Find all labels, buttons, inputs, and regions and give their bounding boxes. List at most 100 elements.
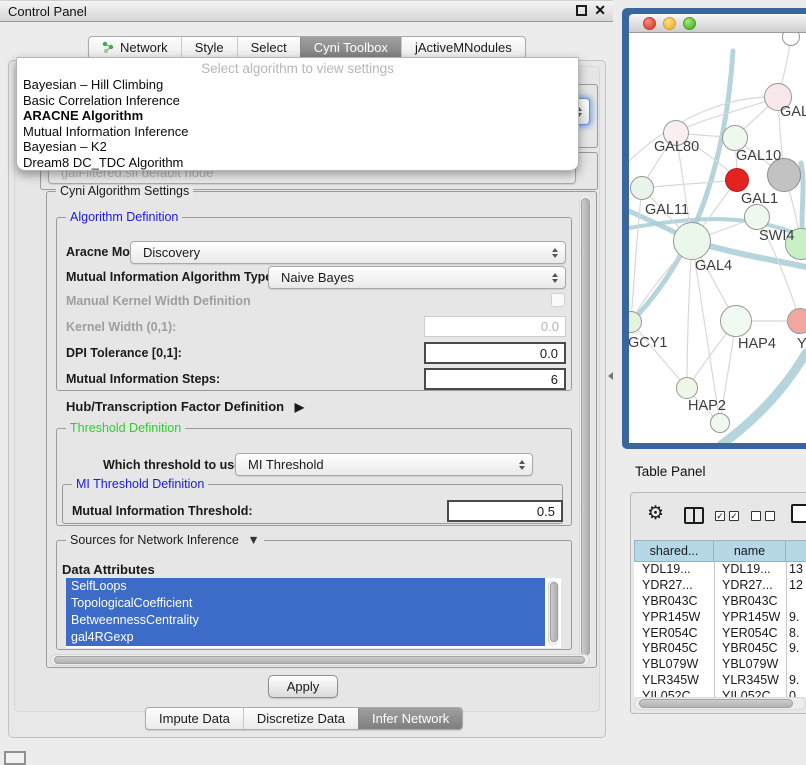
deselect-all-icon[interactable] <box>751 511 775 521</box>
expand-right-icon[interactable]: ▶ <box>295 400 304 414</box>
dpi-tolerance-label: DPI Tolerance [0,1]: <box>66 346 182 360</box>
dropdown-item[interactable]: Mutual Information Inference <box>21 124 574 140</box>
kernel-width-field[interactable]: 0.0 <box>424 316 566 337</box>
control-panel-title: Control Panel <box>8 4 87 19</box>
splitter-collapse-icon[interactable] <box>608 372 613 380</box>
column-header-cut[interactable] <box>786 540 806 562</box>
network-node[interactable] <box>710 413 730 433</box>
table-header: shared... name <box>634 540 806 562</box>
settings-vertical-scrollbar[interactable] <box>579 196 591 662</box>
dropdown-prompt: Select algorithm to view settings <box>17 61 578 76</box>
tab-jactivemnodules[interactable]: jActiveMNodules <box>401 37 525 58</box>
tab-style[interactable]: Style <box>181 37 237 58</box>
table-row[interactable]: YBR045CYBR045C9. <box>634 641 806 657</box>
table-panel-title: Table Panel <box>635 464 706 479</box>
settings-horizontal-scrollbar[interactable] <box>50 654 590 666</box>
tab-select[interactable]: Select <box>237 37 300 58</box>
attribute-item-selected[interactable]: SelfLoops <box>66 578 545 595</box>
node-label: GAL4 <box>695 258 732 274</box>
network-canvas[interactable]: GAL GAL80 GAL10 GAL1 GAL11 SWI4 GAL4 GCY… <box>629 33 806 443</box>
which-threshold-combobox[interactable]: MI Threshold <box>235 453 533 476</box>
table-row[interactable]: YDR27...YDR27...12 <box>634 578 806 594</box>
node-label: GAL10 <box>736 148 781 164</box>
dropdown-item-selected[interactable]: ARACNE Algorithm <box>21 108 574 124</box>
minimize-window-icon[interactable] <box>663 17 676 30</box>
node-label: GAL1 <box>741 191 778 207</box>
node-label: SWI4 <box>759 228 794 244</box>
kernel-width-label: Kernel Width (0,1): <box>66 320 176 334</box>
mi-type-combobox[interactable]: Naive Bayes <box>268 266 566 289</box>
float-panel-icon[interactable] <box>576 5 587 16</box>
network-node-gal4[interactable] <box>673 222 711 260</box>
network-window-titlebar[interactable] <box>629 14 806 33</box>
sources-title[interactable]: Sources for Network Inference ▼ <box>66 534 264 547</box>
tab-discretize-data[interactable]: Discretize Data <box>243 708 358 729</box>
threshold-definition-title: Threshold Definition <box>66 422 185 435</box>
maximize-window-icon[interactable] <box>683 17 696 30</box>
node-label: GAL <box>780 104 806 120</box>
table-row[interactable]: YBR043CYBR043C <box>634 594 806 610</box>
algorithm-dropdown-popup: Select algorithm to view settings Bayesi… <box>16 57 579 171</box>
tab-impute-data[interactable]: Impute Data <box>146 708 243 729</box>
mi-steps-label: Mutual Information Steps: <box>66 372 220 386</box>
network-node-gal11[interactable] <box>630 176 654 200</box>
mi-threshold-label: Mutual Information Threshold: <box>72 504 253 518</box>
table-body: YDL19...YDL19...13 YDR27...YDR27...12 YB… <box>634 562 806 697</box>
attribute-list-scrollbar[interactable] <box>548 580 559 646</box>
close-window-icon[interactable] <box>643 17 656 30</box>
aracne-mode-combobox[interactable]: Discovery <box>130 241 566 264</box>
tab-network[interactable]: Network <box>89 37 181 58</box>
mi-threshold-title: MI Threshold Definition <box>72 478 208 491</box>
attribute-item-selected[interactable]: TopologicalCoefficient <box>66 595 545 612</box>
table-row[interactable]: YBL079WYBL079W <box>634 657 806 673</box>
dropdown-item[interactable]: Dream8 DC_TDC Algorithm <box>21 155 574 171</box>
table-row[interactable]: YPR145WYPR145W9. <box>634 610 806 626</box>
node-label: Y <box>797 336 806 352</box>
dropdown-item[interactable]: Bayesian – K2 <box>21 139 574 155</box>
table-row[interactable]: YIL052CYIL052C0. <box>634 689 806 697</box>
data-attributes-list: SelfLoops TopologicalCoefficient Between… <box>66 578 561 648</box>
network-node-salmon[interactable] <box>787 308 806 334</box>
hub-definition-label[interactable]: Hub/Transcription Factor Definition ▶ <box>66 399 304 414</box>
dropdown-item[interactable]: Bayesian – Hill Climbing <box>21 77 574 93</box>
control-panel-tabs: Network Style Select Cyni Toolbox jActiv… <box>88 36 526 59</box>
node-label: HAP4 <box>738 336 776 352</box>
document-icon[interactable] <box>791 504 806 523</box>
table-row[interactable]: YER054CYER054C8. <box>634 626 806 642</box>
network-node-swi4[interactable] <box>744 204 770 230</box>
mi-threshold-field[interactable]: 0.5 <box>447 500 563 522</box>
cyni-algorithm-settings-title: Cyni Algorithm Settings <box>56 185 193 198</box>
network-node-hap2[interactable] <box>676 377 698 399</box>
dropdown-item[interactable]: Basic Correlation Inference <box>21 93 574 109</box>
minimized-panel-button[interactable] <box>4 751 26 765</box>
dpi-tolerance-field[interactable]: 0.0 <box>424 342 566 364</box>
table-row[interactable]: YLR345WYLR345W9. <box>634 673 806 689</box>
manual-kernel-checkbox[interactable] <box>551 293 565 307</box>
attribute-item-selected[interactable]: gal4RGexp <box>66 629 545 646</box>
tab-cyni-toolbox[interactable]: Cyni Toolbox <box>300 37 401 58</box>
close-panel-icon[interactable]: ✕ <box>594 2 606 19</box>
network-node-gal1-red[interactable] <box>725 168 749 192</box>
node-label: GAL80 <box>654 139 699 155</box>
apply-button[interactable]: Apply <box>268 675 338 698</box>
columns-icon[interactable] <box>684 507 704 524</box>
mi-type-label: Mutual Information Algorithm Type: <box>66 270 276 284</box>
attribute-item-selected[interactable]: BetweennessCentrality <box>66 612 545 629</box>
manual-kernel-label: Manual Kernel Width Definition <box>66 294 251 308</box>
which-threshold-label: Which threshold to use: <box>103 458 245 472</box>
algorithm-definition-title: Algorithm Definition <box>66 211 182 224</box>
column-header-shared-name[interactable]: shared... <box>634 540 714 562</box>
network-node-hap4[interactable] <box>720 305 752 337</box>
table-horizontal-scrollbar[interactable] <box>634 697 806 710</box>
table-row[interactable]: YDL19...YDL19...13 <box>634 562 806 578</box>
select-all-icon[interactable]: ✓✓ <box>715 511 739 521</box>
mi-steps-field[interactable]: 6 <box>424 368 566 390</box>
node-label: GAL11 <box>645 202 689 218</box>
node-label: GCY1 <box>629 335 668 351</box>
collapse-down-icon[interactable]: ▼ <box>247 533 259 547</box>
data-attributes-label: Data Attributes <box>62 562 155 577</box>
column-header-name[interactable]: name <box>714 540 786 562</box>
node-label: HAP2 <box>688 398 726 414</box>
gear-icon[interactable]: ⚙ <box>647 502 664 525</box>
tab-infer-network[interactable]: Infer Network <box>358 708 462 729</box>
